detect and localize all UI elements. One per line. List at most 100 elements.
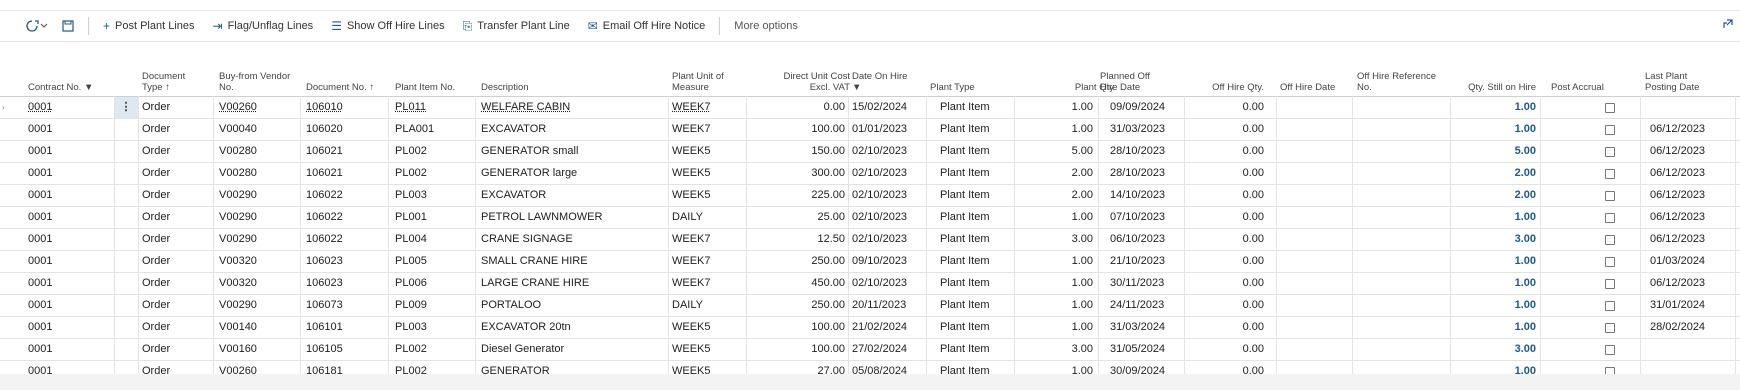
off-hire-qty-cell[interactable]: 0.00 [1180, 339, 1264, 360]
header-date-on-hire[interactable]: Date On Hire ▼ [852, 71, 907, 93]
header-uom[interactable]: Plant Unit of Measure [672, 71, 724, 93]
document-type-cell[interactable]: Order [142, 273, 212, 294]
date-on-hire-cell[interactable]: 02/10/2023 [852, 229, 927, 250]
qty-still-on-hire-cell[interactable]: 5.00 [1450, 141, 1536, 162]
qty-still-on-hire-cell[interactable]: 1.00 [1450, 273, 1536, 294]
header-planned-off-hire[interactable]: Planned Off Hire Date [1100, 71, 1150, 93]
qty-still-on-hire-cell[interactable]: 3.00 [1450, 339, 1536, 360]
plant-item-no-cell[interactable]: PL003 [395, 317, 475, 338]
planned-off-hire-cell[interactable]: 14/10/2023 [1110, 185, 1185, 206]
post-accrual-checkbox[interactable] [1605, 191, 1615, 201]
uom-cell[interactable]: WEEK7 [672, 251, 742, 272]
post-accrual-checkbox[interactable] [1605, 235, 1615, 245]
last-posting-date-cell[interactable] [1650, 97, 1730, 118]
table-row[interactable]: › ⋮ 0001 Order V00260 106010 PL011 WELFARE CABI… [0, 97, 1740, 119]
planned-off-hire-cell[interactable]: 24/11/2023 [1110, 295, 1185, 316]
date-on-hire-cell[interactable]: 02/10/2023 [852, 185, 927, 206]
planned-off-hire-cell[interactable]: 09/09/2024 [1110, 97, 1185, 118]
plant-type-cell[interactable]: Plant Item [940, 251, 1020, 272]
plant-item-no-cell[interactable]: PL003 [395, 185, 475, 206]
plant-item-no-cell[interactable]: PL004 [395, 229, 475, 250]
vendor-no-cell[interactable]: V00290 [219, 207, 299, 228]
planned-off-hire-cell[interactable]: 30/11/2023 [1110, 273, 1185, 294]
document-no-cell[interactable]: 106021 [306, 141, 386, 162]
header-description[interactable]: Description [481, 82, 529, 93]
qty-still-on-hire-cell[interactable]: 1.00 [1450, 97, 1536, 118]
contract-no-cell[interactable]: 0001 [28, 185, 108, 206]
document-no-cell[interactable]: 106010 [306, 97, 386, 118]
header-post-accrual[interactable]: Post Accrual [1551, 82, 1604, 93]
flag-unflag-lines-button[interactable]: ⇥ Flag/Unflag Lines [213, 19, 314, 33]
qty-still-on-hire-cell[interactable]: 1.00 [1450, 251, 1536, 272]
off-hire-qty-cell[interactable]: 0.00 [1180, 273, 1264, 294]
unit-cost-cell[interactable]: 150.00 [750, 141, 845, 162]
table-row[interactable]: 0001 Order V00280 106021 PL002 GENERATOR larg… [0, 163, 1740, 185]
header-document-no[interactable]: Document No. ↑ [306, 82, 374, 93]
share-icon[interactable] [1722, 18, 1734, 33]
last-posting-date-cell[interactable]: 28/02/2024 [1650, 317, 1730, 338]
planned-off-hire-cell[interactable]: 28/10/2023 [1110, 163, 1185, 184]
plant-type-cell[interactable]: Plant Item [940, 119, 1020, 140]
plant-item-no-cell[interactable]: PL002 [395, 141, 475, 162]
row-actions-icon[interactable]: ⋮ [114, 97, 138, 118]
last-posting-date-cell[interactable]: 06/12/2023 [1650, 185, 1730, 206]
contract-no-cell[interactable]: 0001 [28, 163, 108, 184]
header-off-hire-qty[interactable]: Off Hire Qty. [1180, 82, 1264, 93]
document-type-cell[interactable]: Order [142, 339, 212, 360]
header-document-type[interactable]: Document Type ↑ [142, 71, 185, 93]
unit-cost-cell[interactable]: 12.50 [750, 229, 845, 250]
document-no-cell[interactable]: 106020 [306, 119, 386, 140]
date-on-hire-cell[interactable]: 21/02/2024 [852, 317, 927, 338]
header-off-hire-date[interactable]: Off Hire Date [1280, 82, 1335, 93]
qty-still-on-hire-cell[interactable]: 1.00 [1450, 295, 1536, 316]
post-plant-lines-button[interactable]: + Post Plant Lines [103, 19, 195, 33]
last-posting-date-cell[interactable]: 06/12/2023 [1650, 141, 1730, 162]
show-off-hire-lines-button[interactable]: ☰ Show Off Hire Lines [331, 19, 444, 33]
vendor-no-cell[interactable]: V00290 [219, 185, 299, 206]
plant-qty-cell[interactable]: 1.00 [1010, 251, 1093, 272]
last-posting-date-cell[interactable]: 06/12/2023 [1650, 119, 1730, 140]
vendor-no-cell[interactable]: V00320 [219, 251, 299, 272]
vendor-no-cell[interactable]: V00290 [219, 295, 299, 316]
off-hire-qty-cell[interactable]: 0.00 [1180, 229, 1264, 250]
unit-cost-cell[interactable]: 100.00 [750, 119, 845, 140]
post-accrual-checkbox[interactable] [1605, 279, 1615, 289]
description-cell[interactable]: WELFARE CABIN [481, 97, 661, 118]
table-row[interactable]: 0001 Order V00290 106073 PL009 PORTALOO DAILY 2… [0, 295, 1740, 317]
last-posting-date-cell[interactable]: 06/12/2023 [1650, 273, 1730, 294]
document-no-cell[interactable]: 106105 [306, 339, 386, 360]
header-qty-still-on-hire[interactable]: Qty. Still on Hire [1450, 82, 1536, 93]
refresh-options-icon[interactable] [26, 20, 48, 32]
description-cell[interactable]: GENERATOR large [481, 163, 661, 184]
document-type-cell[interactable]: Order [142, 295, 212, 316]
post-accrual-checkbox[interactable] [1605, 169, 1615, 179]
planned-off-hire-cell[interactable]: 28/10/2023 [1110, 141, 1185, 162]
document-type-cell[interactable]: Order [142, 119, 212, 140]
unit-cost-cell[interactable]: 250.00 [750, 295, 845, 316]
last-posting-date-cell[interactable]: 06/12/2023 [1650, 163, 1730, 184]
uom-cell[interactable]: WEEK7 [672, 273, 742, 294]
header-contract-no[interactable]: Contract No. ▼ [28, 82, 93, 93]
vendor-no-cell[interactable]: V00320 [219, 273, 299, 294]
table-row[interactable]: 0001 Order V00290 106022 PL004 CRANE SIGNAGE W… [0, 229, 1740, 251]
description-cell[interactable]: CRANE SIGNAGE [481, 229, 661, 250]
table-row[interactable]: 0001 Order V00320 106023 PL005 SMALL CRANE HI… [0, 251, 1740, 273]
off-hire-qty-cell[interactable]: 0.00 [1180, 317, 1264, 338]
plant-type-cell[interactable]: Plant Item [940, 229, 1020, 250]
document-type-cell[interactable]: Order [142, 229, 212, 250]
vendor-no-cell[interactable]: V00260 [219, 97, 299, 118]
header-unit-cost[interactable]: Direct Unit Cost Excl. VAT [750, 71, 850, 93]
plant-qty-cell[interactable]: 2.00 [1010, 163, 1093, 184]
unit-cost-cell[interactable]: 100.00 [750, 317, 845, 338]
vendor-no-cell[interactable]: V00040 [219, 119, 299, 140]
document-type-cell[interactable]: Order [142, 251, 212, 272]
plant-item-no-cell[interactable]: PL002 [395, 339, 475, 360]
header-plant-item-no[interactable]: Plant Item No. [395, 82, 455, 93]
post-accrual-checkbox[interactable] [1605, 301, 1615, 311]
header-last-posting-date[interactable]: Last Plant Posting Date [1645, 71, 1699, 93]
planned-off-hire-cell[interactable]: 07/10/2023 [1110, 207, 1185, 228]
table-row[interactable]: 0001 Order V00290 106022 PL001 PETROL LAWNMOW… [0, 207, 1740, 229]
header-vendor-no[interactable]: Buy-from Vendor No. [219, 71, 290, 93]
last-posting-date-cell[interactable]: 06/12/2023 [1650, 207, 1730, 228]
qty-still-on-hire-cell[interactable]: 1.00 [1450, 317, 1536, 338]
